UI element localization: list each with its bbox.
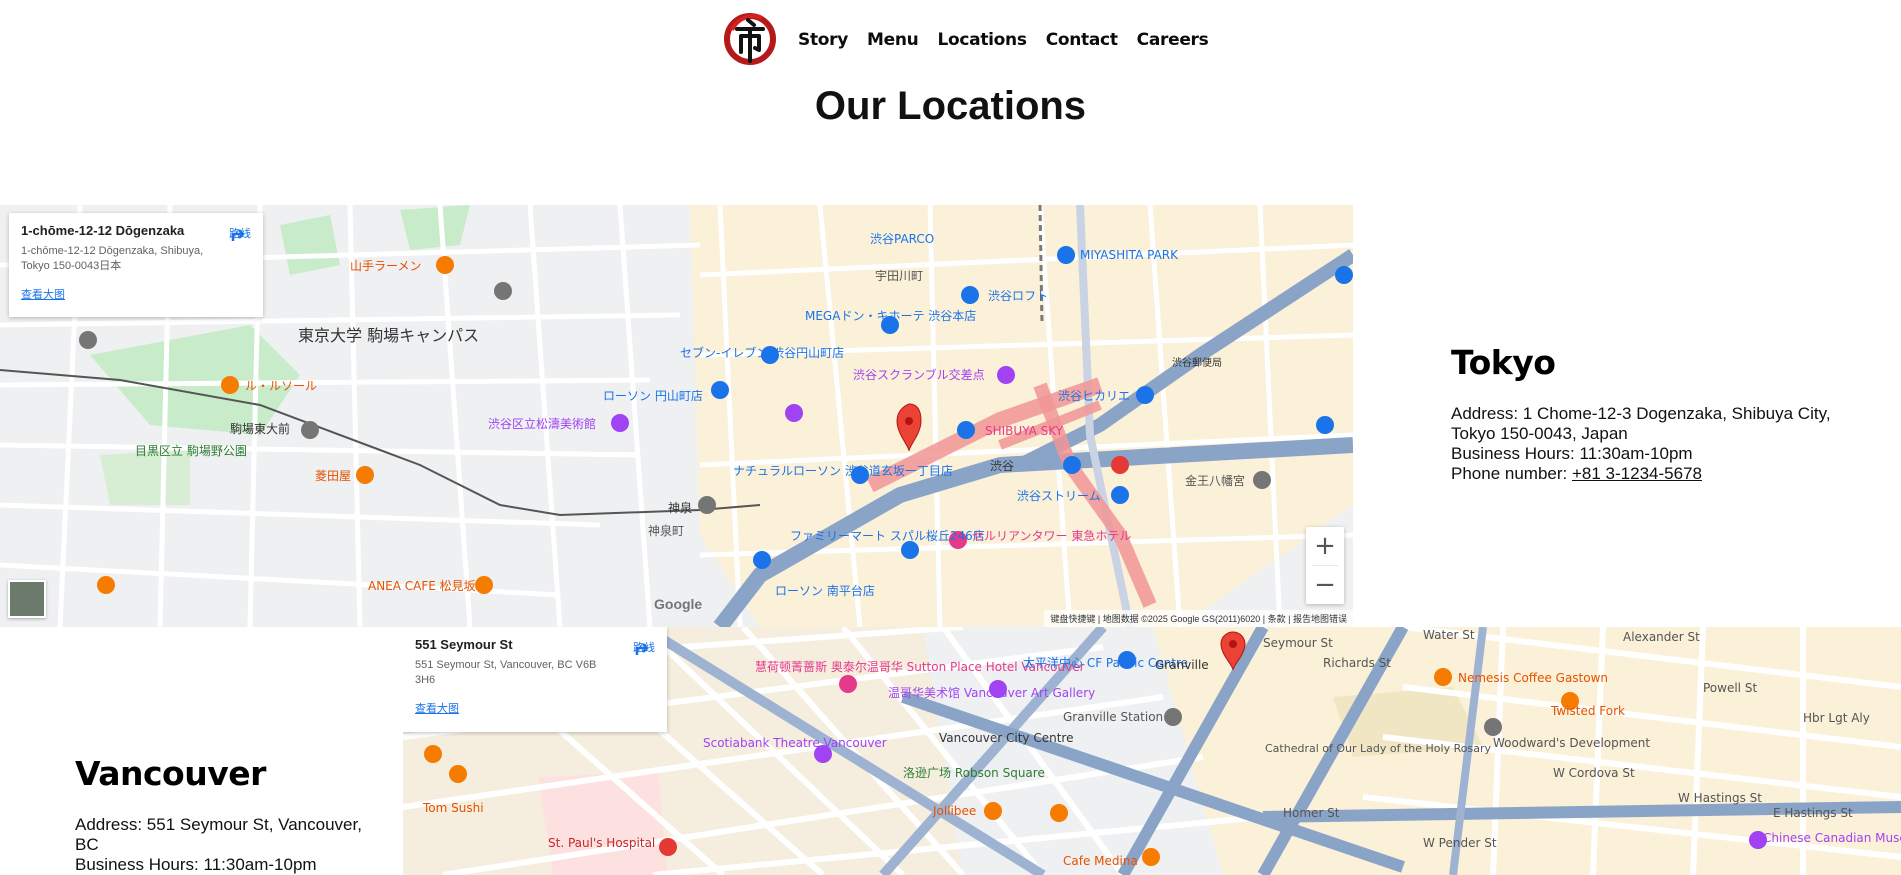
- vancouver-label: Cafe Medina: [1063, 854, 1138, 868]
- location-address: Address: 1 Chome-12-3 Dogenzaka, Shibuya…: [1451, 404, 1831, 443]
- phone-link[interactable]: +81 3-1234-5678: [1572, 464, 1702, 483]
- vancouver-label: Tom Sushi: [422, 801, 484, 815]
- google-logo: Google: [654, 596, 703, 612]
- vancouver-map[interactable]: 慧荷顿菁蔷斯 奥泰尔温哥华 Sutton Place Hotel Vancouv…: [403, 627, 1901, 875]
- tokyo-label: 渋谷ロフト: [988, 289, 1048, 303]
- tokyo-label: ANEA CAFE 松見坂: [368, 579, 476, 593]
- directions-button[interactable]: 路线: [229, 225, 251, 241]
- tokyo-label: MEGAドン・キホーテ 渋谷本店: [805, 309, 976, 323]
- location-hours: Business Hours: 11:30am-10pm: [75, 855, 317, 874]
- vancouver-label: 温哥华美术馆 Vancouver Art Gallery: [888, 685, 1095, 700]
- tokyo-label: ファミリーマート スパル桜丘246店: [790, 529, 985, 543]
- vancouver-label: Woodward's Development: [1493, 736, 1650, 750]
- tokyo-label: 渋谷PARCO: [870, 232, 934, 246]
- vancouver-label: W Pender St: [1423, 836, 1497, 850]
- vancouver-label: W Cordova St: [1553, 766, 1635, 780]
- location-address: Address: 551 Seymour St, Vancouver, BC: [75, 815, 362, 854]
- tokyo-label: 渋谷区立松濤美術館: [488, 416, 596, 431]
- tokyo-label: ナチュラルローソン 渋谷道玄坂一丁目店: [733, 463, 953, 478]
- vancouver-info-card: 551 Seymour St 551 Seymour St, Vancouver…: [403, 627, 667, 732]
- tokyo-label: SHIBUYA SKY: [985, 424, 1064, 438]
- tokyo-info-card: 1-chōme-12-12 Dōgenzaka 1-chōme-12-12 Dō…: [9, 213, 263, 317]
- vancouver-label: Cathedral of Our Lady of the Holy Rosary: [1265, 742, 1491, 755]
- nav-careers[interactable]: Careers: [1137, 30, 1209, 50]
- location-name: Tokyo: [1451, 343, 1556, 382]
- tokyo-label: MIYASHITA PARK: [1080, 248, 1179, 262]
- vancouver-label: Twisted Fork: [1550, 704, 1625, 718]
- vancouver-label: Jollibee: [932, 804, 976, 818]
- tokyo-label: 山手ラーメン: [350, 259, 422, 273]
- site-header: Story Menu Locations Contact Careers: [0, 10, 1901, 68]
- vancouver-label: Granville Station: [1063, 710, 1163, 724]
- tokyo-label: セルリアンタワー 東急ホテル: [972, 528, 1131, 543]
- vancouver-label: Vancouver City Centre: [939, 731, 1073, 745]
- tokyo-label: 菱田屋: [315, 469, 351, 483]
- phone-label: Phone number:: [1451, 464, 1568, 483]
- nav-locations[interactable]: Locations: [937, 30, 1027, 50]
- vancouver-label: Nemesis Coffee Gastown: [1458, 671, 1608, 685]
- vancouver-label: 洛逊广场 Robson Square: [903, 765, 1045, 780]
- tokyo-label: 駒場東大前: [230, 421, 290, 436]
- vancouver-label: Alexander St: [1623, 630, 1700, 644]
- card-title: 1-chōme-12-12 Dōgenzaka: [21, 223, 185, 238]
- page-title: Our Locations: [814, 84, 1087, 128]
- tokyo-label: 神泉町: [648, 524, 684, 538]
- tokyo-label: 渋谷ストリーム: [1017, 489, 1101, 503]
- vancouver-label: Scotiabank Theatre Vancouver: [703, 736, 887, 750]
- tokyo-label: ローソン 円山町店: [603, 389, 703, 403]
- tokyo-label: 神泉: [668, 501, 692, 515]
- vancouver-label: E Hastings St: [1773, 806, 1853, 820]
- view-larger-map-link[interactable]: 查看大图: [21, 286, 251, 302]
- nav-menu[interactable]: Menu: [867, 30, 919, 50]
- tokyo-label: ル・ルソール: [245, 379, 317, 393]
- tokyo-label: 渋谷郵便局: [1172, 356, 1222, 369]
- satellite-layer-toggle[interactable]: [8, 580, 46, 618]
- card-title: 551 Seymour St: [415, 637, 513, 652]
- vancouver-label: St. Paul's Hospital: [548, 836, 655, 850]
- vancouver-label: Homer St: [1283, 806, 1340, 820]
- tokyo-label: 東京大学 駒場キャンパス: [298, 326, 479, 345]
- zoom-out-button[interactable]: −: [1306, 566, 1344, 604]
- main-nav: Story Menu Locations Contact Careers: [798, 30, 1209, 50]
- tokyo-label: 目黒区立 駒場野公園: [135, 443, 247, 458]
- card-address: 551 Seymour St, Vancouver, BC V6B 3H6: [415, 659, 597, 686]
- location-name: Vancouver: [75, 754, 266, 793]
- tokyo-label: 金王八幡宮: [1185, 473, 1245, 488]
- vancouver-label: Hbr Lgt Aly: [1803, 711, 1870, 725]
- vancouver-label: Granville: [1155, 658, 1209, 672]
- vancouver-label: Water St: [1423, 628, 1475, 642]
- nav-contact[interactable]: Contact: [1046, 30, 1118, 50]
- vancouver-label: W Hastings St: [1678, 791, 1762, 805]
- card-address: 1-chōme-12-12 Dōgenzaka, Shibuya, Tokyo …: [21, 245, 204, 272]
- tokyo-zoom-controls: + −: [1306, 527, 1344, 604]
- tokyo-label: セブン-イレブン 渋谷円山町店: [680, 345, 844, 360]
- tokyo-label: 渋谷スクランブル交差点: [853, 367, 985, 382]
- tokyo-label: 渋谷ヒカリエ: [1058, 389, 1130, 403]
- vancouver-label: Chinese Canadian Museum: [1763, 831, 1901, 845]
- view-larger-map-link[interactable]: 查看大图: [415, 700, 655, 716]
- location-hours: Business Hours: 11:30am-10pm: [1451, 444, 1693, 463]
- tokyo-label: 渋谷: [990, 459, 1014, 473]
- ichi-kanji-logo[interactable]: [724, 12, 776, 67]
- location-phone-row: Phone number: +81 3-1234-5678: [1451, 464, 1851, 484]
- zoom-in-button[interactable]: +: [1306, 527, 1344, 565]
- directions-button[interactable]: 路线: [633, 639, 655, 655]
- vancouver-label: Seymour St: [1263, 636, 1333, 650]
- vancouver-location-details: Vancouver Address: 551 Seymour St, Vanco…: [75, 754, 375, 875]
- tokyo-location-details: Tokyo Address: 1 Chome-12-3 Dogenzaka, S…: [1451, 343, 1851, 484]
- tokyo-map[interactable]: 渋谷PARCO 宇田川町 MIYASHITA PARK 渋谷ロフト MEGAドン…: [0, 205, 1353, 627]
- nav-story[interactable]: Story: [798, 30, 848, 50]
- tokyo-label: ローソン 南平台店: [775, 583, 875, 598]
- directions-icon: [231, 229, 245, 241]
- directions-icon: [635, 643, 649, 655]
- map-attribution[interactable]: 键盘快捷键 | 地图数据 ©2025 Google GS(2011)6020 |…: [1044, 610, 1353, 627]
- vancouver-label: Richards St: [1323, 656, 1391, 670]
- vancouver-label: Powell St: [1703, 681, 1757, 695]
- tokyo-label: 宇田川町: [875, 269, 923, 283]
